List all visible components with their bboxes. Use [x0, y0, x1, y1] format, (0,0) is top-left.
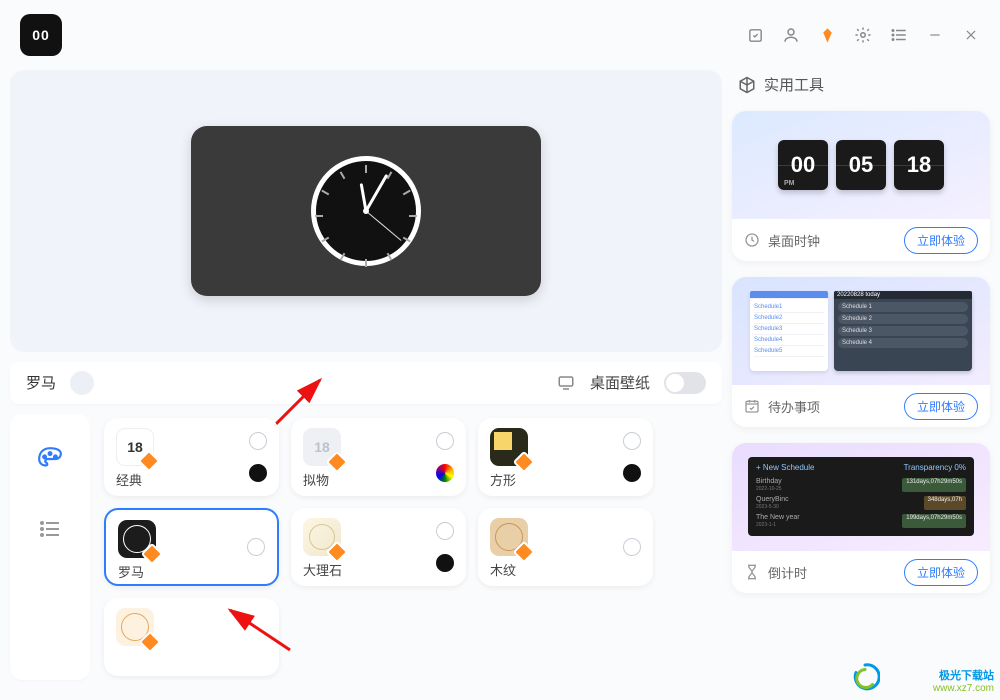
style-card-square[interactable]: 方形 [478, 418, 653, 496]
premium-badge-icon [138, 450, 161, 473]
wallpaper-label: 桌面壁纸 [590, 372, 650, 393]
style-card-extra[interactable] [104, 598, 279, 676]
try-button-countdown[interactable]: 立即体验 [904, 559, 978, 586]
clock-icon [744, 232, 760, 248]
tool-label: 倒计时 [768, 563, 896, 582]
nav-themes[interactable] [35, 444, 65, 474]
color-dot[interactable] [436, 554, 454, 572]
color-dot[interactable] [249, 464, 267, 482]
tool-label: 待办事项 [768, 397, 896, 416]
style-card-wood[interactable]: 木纹 [478, 508, 653, 586]
preview-clock-card [191, 126, 541, 296]
color-dot[interactable] [436, 464, 454, 482]
analog-clock [311, 156, 421, 266]
style-card-digital[interactable]: 18 拟物 [291, 418, 466, 496]
style-card-roman[interactable]: 罗马 [104, 508, 279, 586]
monitor-icon [556, 374, 576, 392]
todo-dark-panel: 20220828 today Schedule 1 Schedule 2 Sch… [834, 291, 972, 371]
style-label: 木纹 [490, 560, 641, 579]
style-label: 拟物 [303, 470, 454, 489]
list-icon[interactable] [890, 26, 908, 44]
diamond-icon[interactable] [818, 26, 836, 44]
close-icon[interactable] [962, 26, 980, 44]
countdown-preview: + New ScheduleTransparency 0% Birthday20… [732, 443, 990, 551]
style-label: 方形 [490, 470, 641, 489]
wallpaper-toggle[interactable] [664, 372, 706, 394]
style-card-classic[interactable]: 18 经典 [104, 418, 279, 496]
current-style-name: 罗马 [26, 372, 56, 393]
titlebar-icon-group [746, 26, 980, 44]
style-preview [10, 70, 722, 352]
color-dot[interactable] [436, 432, 454, 450]
watermark: 极光下载站 www.xz7.com [933, 667, 994, 694]
style-label: 罗马 [118, 562, 265, 581]
style-thumb: 18 [303, 428, 341, 466]
color-dot[interactable] [436, 522, 454, 540]
tool-label: 桌面时钟 [768, 231, 896, 250]
color-dot[interactable] [623, 432, 641, 450]
todo-preview: Schedule1 Schedule2 Schedule3 Schedule4 … [732, 277, 990, 385]
watermark-swirl-icon [850, 662, 880, 692]
user-icon[interactable] [782, 26, 800, 44]
hourglass-icon [744, 564, 760, 580]
flip-hour: 00PM [778, 140, 828, 190]
style-toolbar: 罗马 桌面壁纸 [10, 362, 722, 404]
color-swatch[interactable] [70, 371, 94, 395]
style-label: 大理石 [303, 560, 454, 579]
gear-icon[interactable] [854, 26, 872, 44]
flip-sec: 18 [894, 140, 944, 190]
try-button-todo[interactable]: 立即体验 [904, 393, 978, 420]
nav-list[interactable] [35, 514, 65, 544]
style-label: 经典 [116, 470, 267, 489]
style-thumb: 18 [116, 428, 154, 466]
cube-icon [738, 76, 756, 94]
tool-card-todo: Schedule1 Schedule2 Schedule3 Schedule4 … [732, 277, 990, 427]
color-dot[interactable] [249, 432, 267, 450]
todo-light-panel: Schedule1 Schedule2 Schedule3 Schedule4 … [750, 291, 828, 371]
color-dot[interactable] [247, 538, 265, 556]
gallery-nav [10, 414, 90, 680]
calendar-check-icon [744, 398, 760, 414]
style-gallery: 18 经典 18 拟物 方形罗马 大理石 木纹 [100, 414, 722, 680]
tool-card-desktop-clock: 00PM 05 18 桌面时钟 立即体验 [732, 111, 990, 261]
style-card-marble[interactable]: 大理石 [291, 508, 466, 586]
style-thumb [490, 518, 528, 556]
try-button-clock[interactable]: 立即体验 [904, 227, 978, 254]
style-thumb [118, 520, 156, 558]
color-dot[interactable] [623, 538, 641, 556]
style-thumb [490, 428, 528, 466]
sidebar-header-label: 实用工具 [764, 74, 824, 95]
flip-min: 05 [836, 140, 886, 190]
minimize-icon[interactable] [926, 26, 944, 44]
app-logo: 00 [20, 14, 62, 56]
color-dot[interactable] [623, 464, 641, 482]
flip-clock-preview: 00PM 05 18 [732, 111, 990, 219]
tool-card-countdown: + New ScheduleTransparency 0% Birthday20… [732, 443, 990, 593]
style-thumb [303, 518, 341, 556]
style-thumb [116, 608, 154, 646]
premium-badge-icon [139, 631, 162, 654]
edit-icon[interactable] [746, 26, 764, 44]
sidebar-header: 实用工具 [732, 70, 990, 95]
